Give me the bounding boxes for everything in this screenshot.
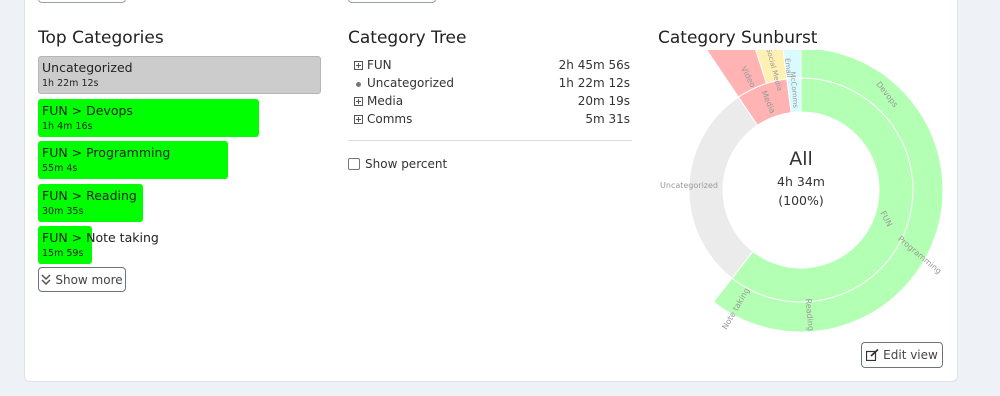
category-bar-label: Uncategorized	[42, 60, 133, 75]
category-bar[interactable]: FUN > Programming 55m 4s	[38, 141, 321, 179]
tree-row-name: Comms	[367, 112, 413, 126]
sunburst-center-percent: (100%)	[778, 193, 824, 208]
tree-row[interactable]: Comms 5m 31s	[354, 112, 630, 130]
sunburst-label-uncategorized: Uncategorized	[660, 181, 718, 190]
category-tree-title: Category Tree	[348, 28, 467, 48]
edit-view-button[interactable]: Edit view	[861, 342, 943, 368]
show-more-label: Show more	[55, 272, 123, 287]
category-bar[interactable]: FUN > Note taking 15m 59s	[38, 226, 321, 264]
sunburst-center-time: 4h 34m	[777, 174, 825, 189]
category-sunburst-title: Category Sunburst	[658, 28, 818, 48]
tree-row[interactable]: Media 20m 19s	[354, 94, 630, 112]
category-bar-time: 1h 4m 16s	[42, 120, 93, 132]
bullet-dot-icon	[356, 82, 361, 87]
tree-row[interactable]: Uncategorized 1h 22m 12s	[354, 76, 630, 94]
top-button-stub-left[interactable]	[38, 0, 126, 3]
category-bar-time: 55m 4s	[42, 163, 78, 174]
top-categories-title: Top Categories	[38, 28, 164, 48]
show-percent-label[interactable]: Show percent	[365, 157, 447, 171]
tree-row-name: FUN	[367, 58, 392, 72]
tree-row-name: Uncategorized	[367, 76, 454, 90]
tree-row-duration: 2h 45m 56s	[558, 58, 630, 72]
tree-row-duration: 20m 19s	[577, 94, 630, 108]
expand-plus-icon[interactable]	[354, 115, 363, 124]
edit-view-label: Edit view	[883, 348, 938, 362]
category-bar[interactable]: Uncategorized 1h 22m 12s	[38, 56, 321, 94]
tree-divider	[348, 140, 632, 141]
show-percent-checkbox[interactable]	[348, 158, 360, 170]
category-bar-time: 1h 22m 12s	[42, 78, 99, 89]
sunburst-center: All 4h 34m (100%)	[751, 148, 851, 208]
category-bar[interactable]: FUN > Reading 30m 35s	[38, 183, 321, 222]
chevron-double-down-icon	[41, 274, 51, 285]
category-bar[interactable]: FUN > Devops 1h 4m 16s	[38, 98, 321, 137]
tree-row[interactable]: FUN 2h 45m 56s	[354, 58, 630, 76]
top-button-stub-middle[interactable]	[348, 0, 436, 3]
tree-row-duration: 5m 31s	[585, 112, 630, 126]
category-bar-label: FUN > Note taking	[42, 230, 159, 245]
tree-row-name: Media	[367, 94, 404, 108]
category-bar-label: FUN > Devops	[42, 102, 133, 118]
category-bar-time: 15m 59s	[42, 248, 84, 259]
category-bar-label: FUN > Programming	[42, 145, 171, 160]
expand-plus-icon[interactable]	[354, 97, 363, 106]
sunburst-center-label: All	[789, 148, 813, 170]
edit-icon	[866, 349, 879, 361]
expand-plus-icon[interactable]	[354, 61, 363, 70]
show-more-button[interactable]: Show more	[38, 267, 126, 292]
category-bar-label: FUN > Reading	[42, 187, 137, 203]
tree-row-duration: 1h 22m 12s	[558, 76, 630, 90]
category-bar-time: 30m 35s	[42, 205, 84, 217]
